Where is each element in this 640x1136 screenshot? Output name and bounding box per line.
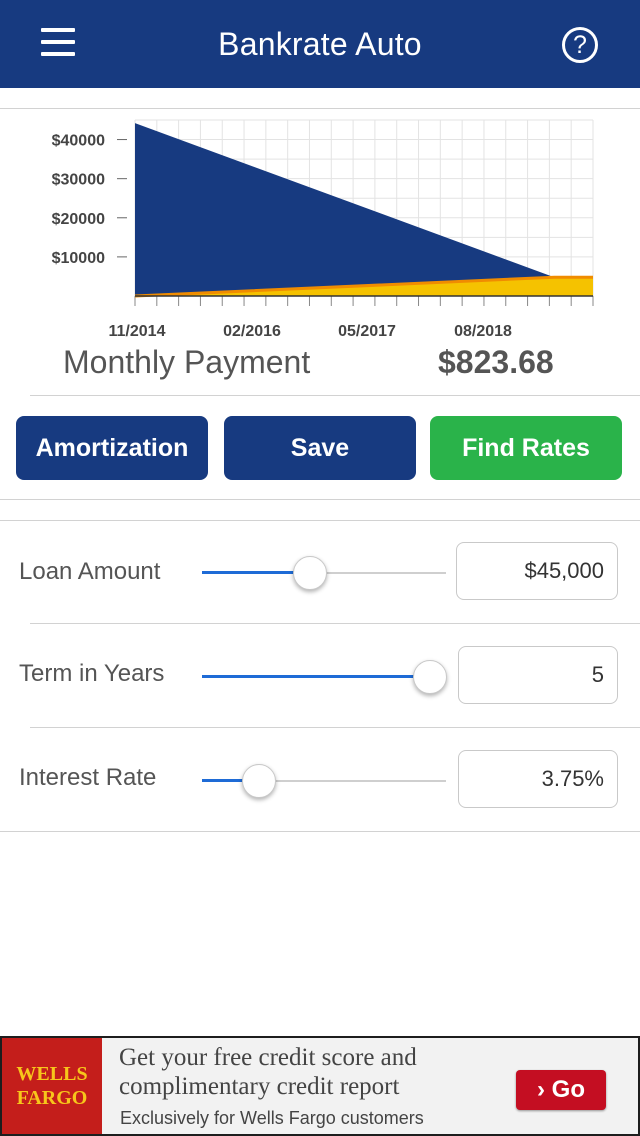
ad-headline-2: complimentary credit report	[119, 1073, 400, 1100]
ad-subtext: Exclusively for Wells Fargo customers	[120, 1108, 424, 1128]
wells-fargo-logo: WELLS FARGO	[2, 1038, 102, 1134]
y-tick-label: $20000	[52, 211, 105, 228]
term-label: Term in Years	[19, 660, 165, 687]
divider	[0, 520, 640, 521]
slider-thumb[interactable]	[293, 556, 327, 590]
divider	[0, 831, 640, 832]
ad-headline-1: Get your free credit score and	[119, 1044, 417, 1071]
amortization-chart: $40000 $30000 $20000 $10000 11/2014 02/2016 05…	[0, 110, 640, 350]
monthly-payment-label: Monthly Payment	[63, 344, 311, 380]
term-slider[interactable]	[202, 657, 447, 697]
logo-line-1: WELLS	[16, 1063, 88, 1085]
app-header: Bankrate Auto ?	[0, 0, 640, 88]
find-rates-button[interactable]: Find Rates	[430, 416, 622, 480]
balance-area	[135, 123, 555, 296]
interest-rate-field[interactable]	[458, 750, 618, 808]
x-tick-label: 11/2014	[109, 323, 166, 340]
loan-amount-slider[interactable]	[202, 553, 446, 593]
y-tick-label: $10000	[52, 250, 105, 267]
loan-amount-field[interactable]	[456, 542, 618, 600]
amortization-button[interactable]: Amortization	[16, 416, 208, 480]
chart-svg: $40000 $30000 $20000 $10000 11/2014 02/2016 05…	[52, 119, 594, 340]
slider-thumb[interactable]	[242, 764, 276, 798]
app-title: Bankrate Auto	[218, 26, 422, 62]
interest-rate-label: Interest Rate	[19, 764, 157, 791]
ad-banner[interactable]: WELLS FARGO Get your free credit score a…	[0, 1036, 640, 1136]
divider	[0, 499, 640, 500]
divider	[30, 395, 640, 396]
term-field[interactable]	[458, 646, 618, 704]
ad-go-button[interactable]: › Go	[516, 1070, 606, 1110]
monthly-payment-value: $823.68	[438, 344, 554, 380]
x-tick-label: 05/2017	[338, 323, 396, 340]
divider	[30, 623, 640, 624]
x-tick-label: 08/2018	[454, 323, 512, 340]
loan-amount-label: Loan Amount	[19, 558, 161, 585]
divider	[0, 108, 640, 109]
x-tick-label: 02/2016	[223, 323, 281, 340]
help-icon[interactable]: ?	[562, 27, 598, 63]
y-tick-label: $30000	[52, 172, 105, 189]
divider	[30, 727, 640, 728]
logo-line-2: FARGO	[16, 1087, 88, 1109]
save-button[interactable]: Save	[224, 416, 416, 480]
slider-fill	[202, 675, 429, 678]
interest-rate-slider[interactable]	[202, 761, 446, 801]
y-tick-label: $40000	[52, 133, 105, 150]
slider-thumb[interactable]	[413, 660, 447, 694]
